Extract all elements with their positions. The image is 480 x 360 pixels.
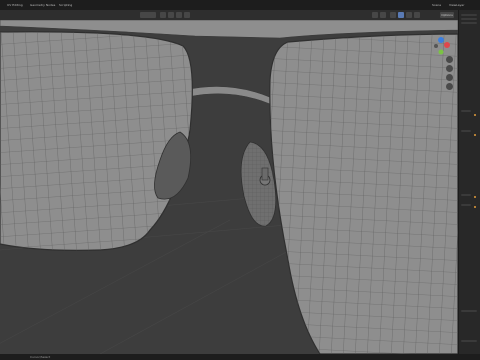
outliner-row[interactable]: [461, 22, 477, 24]
outliner-row[interactable]: [461, 310, 477, 312]
outliner-row[interactable]: [461, 340, 477, 342]
camera-icon[interactable]: [446, 74, 453, 81]
material-shading-icon[interactable]: [406, 12, 412, 18]
object-icon: [474, 114, 476, 116]
outliner-row[interactable]: [461, 14, 477, 16]
frame-bridge: [184, 86, 273, 105]
options-button[interactable]: Options: [440, 12, 454, 18]
right-nose-pad: [240, 141, 277, 227]
object-icon: [474, 134, 476, 136]
3d-viewport[interactable]: [0, 20, 458, 354]
outliner-row[interactable]: [461, 130, 471, 132]
object-icon: [474, 206, 476, 208]
xray-icon[interactable]: [390, 12, 396, 18]
object-icon: [474, 196, 476, 198]
visibility-icon[interactable]: [372, 12, 378, 18]
outliner-row[interactable]: [461, 18, 477, 20]
grid-icon[interactable]: [446, 83, 453, 90]
hand-pan-icon[interactable]: [446, 65, 453, 72]
status-bar: Cursor/Select: [0, 354, 480, 360]
solid-shading-icon[interactable]: [398, 12, 404, 18]
pivot-icon[interactable]: [160, 12, 166, 18]
snap-icon[interactable]: [168, 12, 174, 18]
rendered-shading-icon[interactable]: [414, 12, 420, 18]
scene-selector[interactable]: Scene: [430, 0, 443, 10]
zoom-icon[interactable]: [446, 56, 453, 63]
tab-geometry-nodes[interactable]: Geometry Nodes: [28, 0, 57, 10]
tab-scripting[interactable]: Scripting: [57, 0, 74, 10]
overlay-icon[interactable]: [380, 12, 386, 18]
outliner-row[interactable]: [461, 204, 471, 206]
falloff-icon[interactable]: [184, 12, 190, 18]
status-text: Cursor/Select: [30, 355, 51, 359]
view-layer-selector[interactable]: ViewLayer: [447, 0, 466, 10]
tab-uv-editing[interactable]: UV Editing: [5, 0, 25, 10]
viewport-canvas: [0, 20, 458, 354]
proportional-edit-icon[interactable]: [176, 12, 182, 18]
outliner-row[interactable]: [461, 110, 471, 112]
outliner-row[interactable]: [461, 194, 471, 196]
outliner-panel: [458, 10, 480, 354]
transform-orientation-dropdown[interactable]: [140, 12, 156, 18]
